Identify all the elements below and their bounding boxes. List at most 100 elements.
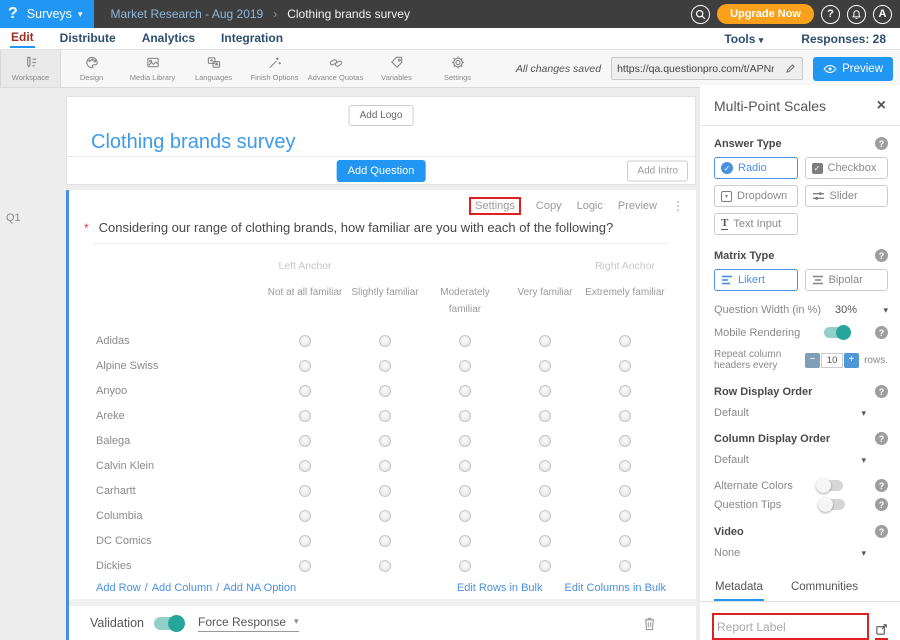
column-header[interactable]: Moderately familiar	[425, 284, 505, 318]
radio-option[interactable]	[459, 410, 471, 422]
decrement-button[interactable]: −	[805, 353, 820, 368]
help-icon[interactable]: ?	[875, 498, 888, 511]
question-tips-toggle[interactable]	[819, 499, 845, 510]
help-icon[interactable]: ?	[875, 249, 888, 262]
radio-option[interactable]	[619, 435, 631, 447]
answer-type-dropdown[interactable]: ▾ Dropdown	[714, 185, 798, 207]
radio-option[interactable]	[459, 535, 471, 547]
radio-option[interactable]	[619, 535, 631, 547]
tab-integration[interactable]: Integration	[220, 30, 284, 47]
increment-button[interactable]: +	[844, 353, 859, 368]
add-row-link[interactable]: Add Row	[96, 582, 141, 594]
column-header[interactable]: Extremely familiar	[585, 284, 665, 301]
radio-option[interactable]	[619, 385, 631, 397]
tools-menu[interactable]: Tools ▾	[724, 32, 763, 46]
radio-option[interactable]	[299, 335, 311, 347]
help-button[interactable]: ?	[821, 5, 840, 24]
radio-option[interactable]	[539, 335, 551, 347]
radio-option[interactable]	[539, 460, 551, 472]
force-response-dropdown[interactable]: Force Response ▾	[198, 615, 299, 632]
tab-edit[interactable]: Edit	[10, 29, 35, 48]
radio-option[interactable]	[299, 385, 311, 397]
video-select[interactable]: None ▾	[714, 547, 866, 559]
radio-option[interactable]	[459, 335, 471, 347]
radio-option[interactable]	[459, 560, 471, 572]
row-label[interactable]: Balega	[69, 435, 265, 447]
radio-option[interactable]	[299, 535, 311, 547]
radio-option[interactable]	[539, 535, 551, 547]
expand-edit-icon[interactable]	[875, 623, 888, 640]
toolbar-item-workspace[interactable]: Workspace	[0, 50, 61, 87]
toolbar-item-finish-options[interactable]: Finish Options	[244, 50, 305, 87]
breadcrumb-folder[interactable]: Market Research - Aug 2019	[110, 7, 263, 21]
toolbar-item-languages[interactable]: Languages	[183, 50, 244, 87]
toolbar-item-variables[interactable]: Variables	[366, 50, 427, 87]
radio-option[interactable]	[379, 385, 391, 397]
notifications-button[interactable]	[847, 5, 866, 24]
radio-option[interactable]	[619, 510, 631, 522]
toolbar-item-settings[interactable]: Settings	[427, 50, 488, 87]
radio-option[interactable]	[299, 485, 311, 497]
radio-option[interactable]	[619, 560, 631, 572]
toolbar-item-advance-quotas[interactable]: Advance Quotas	[305, 50, 366, 87]
avatar[interactable]: A	[873, 5, 892, 24]
row-label[interactable]: Dickies	[69, 560, 265, 572]
answer-type-slider[interactable]: Slider	[805, 185, 889, 207]
add-logo-button[interactable]: Add Logo	[349, 105, 414, 126]
help-icon[interactable]: ?	[875, 525, 888, 538]
row-label[interactable]: Anyoo	[69, 385, 265, 397]
answer-type-radio[interactable]: ✓ Radio	[714, 157, 798, 179]
survey-title[interactable]: Clothing brands survey	[91, 131, 296, 154]
radio-option[interactable]	[379, 360, 391, 372]
edit-rows-bulk-link[interactable]: Edit Rows in Bulk	[457, 582, 543, 594]
radio-option[interactable]	[619, 335, 631, 347]
question-preview-button[interactable]: Preview	[618, 200, 657, 212]
radio-option[interactable]	[619, 410, 631, 422]
tab-metadata[interactable]: Metadata	[714, 572, 764, 601]
toolbar-item-design[interactable]: Design	[61, 50, 122, 87]
toolbar-item-media-library[interactable]: Media Library	[122, 50, 183, 87]
radio-option[interactable]	[619, 360, 631, 372]
radio-option[interactable]	[379, 435, 391, 447]
question-text[interactable]: Considering our range of clothing brands…	[99, 220, 614, 235]
row-label[interactable]: DC Comics	[69, 535, 265, 547]
radio-option[interactable]	[379, 535, 391, 547]
add-intro-button[interactable]: Add Intro	[627, 160, 688, 181]
radio-option[interactable]	[379, 335, 391, 347]
tab-analytics[interactable]: Analytics	[141, 30, 196, 47]
radio-option[interactable]	[299, 560, 311, 572]
radio-option[interactable]	[539, 560, 551, 572]
edit-url-button[interactable]	[779, 63, 802, 74]
radio-option[interactable]	[299, 510, 311, 522]
help-icon[interactable]: ?	[875, 479, 888, 492]
responses-count[interactable]: Responses: 28	[801, 32, 886, 46]
help-icon[interactable]: ?	[875, 137, 888, 150]
column-header[interactable]: Very familiar	[505, 284, 585, 301]
help-icon[interactable]: ?	[875, 326, 888, 339]
matrix-type-likert[interactable]: Likert	[714, 269, 798, 291]
repeat-headers-input[interactable]	[821, 353, 843, 368]
radio-option[interactable]	[459, 435, 471, 447]
column-display-order-select[interactable]: Default ▾	[714, 454, 866, 466]
radio-option[interactable]	[299, 360, 311, 372]
survey-url-input[interactable]	[612, 63, 779, 75]
edit-columns-bulk-link[interactable]: Edit Columns in Bulk	[565, 582, 667, 594]
radio-option[interactable]	[379, 410, 391, 422]
row-display-order-select[interactable]: Default ▾	[714, 407, 866, 419]
radio-option[interactable]	[379, 460, 391, 472]
radio-option[interactable]	[379, 560, 391, 572]
radio-option[interactable]	[459, 360, 471, 372]
row-label[interactable]: Areke	[69, 410, 265, 422]
delete-question-button[interactable]	[643, 616, 656, 631]
radio-option[interactable]	[299, 460, 311, 472]
matrix-type-bipolar[interactable]: Bipolar	[805, 269, 889, 291]
radio-option[interactable]	[619, 485, 631, 497]
radio-option[interactable]	[459, 510, 471, 522]
radio-option[interactable]	[459, 460, 471, 472]
surveys-menu[interactable]: ? Surveys ▾	[0, 0, 94, 28]
radio-option[interactable]	[619, 460, 631, 472]
add-na-option-link[interactable]: Add NA Option	[223, 582, 296, 594]
preview-button[interactable]: Preview	[813, 57, 893, 81]
radio-option[interactable]	[299, 435, 311, 447]
tab-communities[interactable]: Communities	[790, 572, 859, 601]
